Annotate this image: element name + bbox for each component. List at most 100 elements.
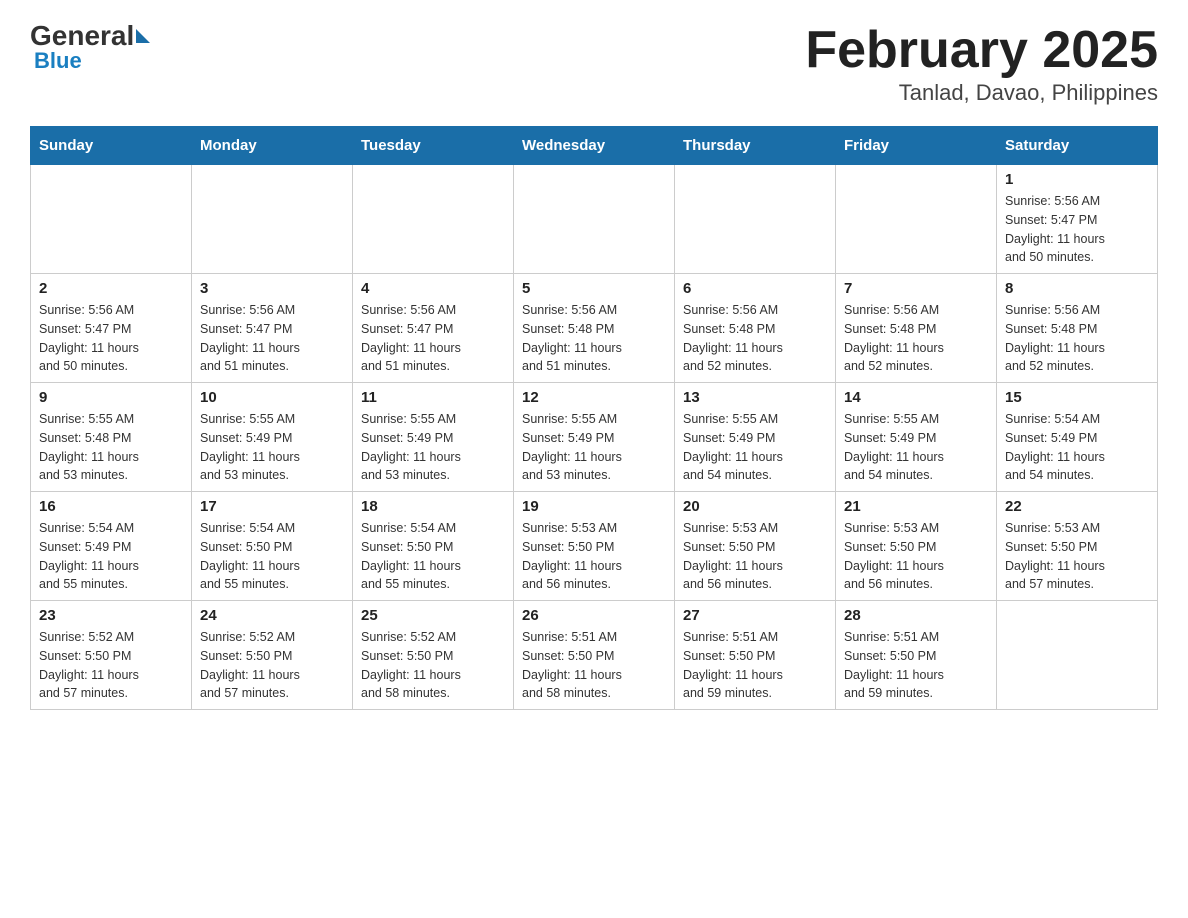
- title-section: February 2025 Tanlad, Davao, Philippines: [805, 20, 1158, 106]
- calendar-week-row: 1 Sunrise: 5:56 AM Sunset: 5:47 PM Daylig…: [31, 165, 1158, 274]
- day-info: Sunrise: 5:56 AM Sunset: 5:48 PM Dayligh…: [1005, 301, 1149, 376]
- day-info: Sunrise: 5:56 AM Sunset: 5:47 PM Dayligh…: [200, 301, 344, 376]
- calendar-day-cell: 17 Sunrise: 5:54 AM Sunset: 5:50 PM Dayli…: [192, 492, 353, 601]
- calendar-day-cell: 16 Sunrise: 5:54 AM Sunset: 5:49 PM Dayli…: [31, 492, 192, 601]
- day-number: 9: [39, 389, 183, 406]
- weekday-header-sunday: Sunday: [31, 127, 192, 165]
- day-info: Sunrise: 5:52 AM Sunset: 5:50 PM Dayligh…: [39, 628, 183, 703]
- day-info: Sunrise: 5:55 AM Sunset: 5:49 PM Dayligh…: [683, 410, 827, 485]
- day-info: Sunrise: 5:55 AM Sunset: 5:49 PM Dayligh…: [844, 410, 988, 485]
- calendar-day-cell: [353, 165, 514, 274]
- calendar-day-cell: 23 Sunrise: 5:52 AM Sunset: 5:50 PM Dayli…: [31, 601, 192, 710]
- day-number: 13: [683, 389, 827, 406]
- calendar-day-cell: 2Sunrise: 5:56 AM Sunset: 5:47 PM Daylig…: [31, 274, 192, 383]
- calendar-location: Tanlad, Davao, Philippines: [805, 80, 1158, 106]
- day-info: Sunrise: 5:55 AM Sunset: 5:49 PM Dayligh…: [200, 410, 344, 485]
- day-info: Sunrise: 5:56 AM Sunset: 5:48 PM Dayligh…: [844, 301, 988, 376]
- day-number: 11: [361, 389, 505, 406]
- day-info: Sunrise: 5:56 AM Sunset: 5:47 PM Dayligh…: [39, 301, 183, 376]
- logo-arrow-icon: [136, 29, 150, 43]
- calendar-day-cell: 3 Sunrise: 5:56 AM Sunset: 5:47 PM Daylig…: [192, 274, 353, 383]
- day-info: Sunrise: 5:51 AM Sunset: 5:50 PM Dayligh…: [522, 628, 666, 703]
- day-info: Sunrise: 5:54 AM Sunset: 5:50 PM Dayligh…: [200, 519, 344, 594]
- calendar-week-row: 16 Sunrise: 5:54 AM Sunset: 5:49 PM Dayli…: [31, 492, 1158, 601]
- day-info: Sunrise: 5:55 AM Sunset: 5:49 PM Dayligh…: [361, 410, 505, 485]
- calendar-day-cell: [192, 165, 353, 274]
- day-info: Sunrise: 5:53 AM Sunset: 5:50 PM Dayligh…: [522, 519, 666, 594]
- calendar-day-cell: 18 Sunrise: 5:54 AM Sunset: 5:50 PM Dayli…: [353, 492, 514, 601]
- calendar-day-cell: 22 Sunrise: 5:53 AM Sunset: 5:50 PM Dayli…: [997, 492, 1158, 601]
- day-number: 1: [1005, 171, 1149, 188]
- logo-blue-text: Blue: [34, 48, 82, 74]
- day-info: Sunrise: 5:55 AM Sunset: 5:48 PM Dayligh…: [39, 410, 183, 485]
- calendar-day-cell: [514, 165, 675, 274]
- calendar-day-cell: 25 Sunrise: 5:52 AM Sunset: 5:50 PM Dayli…: [353, 601, 514, 710]
- calendar-day-cell: 12 Sunrise: 5:55 AM Sunset: 5:49 PM Dayli…: [514, 383, 675, 492]
- day-number: 16: [39, 498, 183, 515]
- day-number: 19: [522, 498, 666, 515]
- day-info: Sunrise: 5:51 AM Sunset: 5:50 PM Dayligh…: [683, 628, 827, 703]
- calendar-day-cell: [675, 165, 836, 274]
- calendar-header-row: SundayMondayTuesdayWednesdayThursdayFrid…: [31, 127, 1158, 165]
- day-info: Sunrise: 5:56 AM Sunset: 5:47 PM Dayligh…: [1005, 192, 1149, 267]
- day-number: 10: [200, 389, 344, 406]
- calendar-day-cell: 9 Sunrise: 5:55 AM Sunset: 5:48 PM Daylig…: [31, 383, 192, 492]
- calendar-day-cell: 11 Sunrise: 5:55 AM Sunset: 5:49 PM Dayli…: [353, 383, 514, 492]
- day-number: 18: [361, 498, 505, 515]
- weekday-header-wednesday: Wednesday: [514, 127, 675, 165]
- calendar-week-row: 9 Sunrise: 5:55 AM Sunset: 5:48 PM Daylig…: [31, 383, 1158, 492]
- day-number: 15: [1005, 389, 1149, 406]
- day-info: Sunrise: 5:55 AM Sunset: 5:49 PM Dayligh…: [522, 410, 666, 485]
- calendar-day-cell: 26 Sunrise: 5:51 AM Sunset: 5:50 PM Dayli…: [514, 601, 675, 710]
- calendar-title: February 2025: [805, 20, 1158, 80]
- day-number: 26: [522, 607, 666, 624]
- weekday-header-monday: Monday: [192, 127, 353, 165]
- day-info: Sunrise: 5:53 AM Sunset: 5:50 PM Dayligh…: [683, 519, 827, 594]
- day-info: Sunrise: 5:53 AM Sunset: 5:50 PM Dayligh…: [1005, 519, 1149, 594]
- day-number: 12: [522, 389, 666, 406]
- calendar-day-cell: [997, 601, 1158, 710]
- calendar-day-cell: 14 Sunrise: 5:55 AM Sunset: 5:49 PM Dayli…: [836, 383, 997, 492]
- calendar-day-cell: [31, 165, 192, 274]
- day-number: 23: [39, 607, 183, 624]
- day-info: Sunrise: 5:56 AM Sunset: 5:48 PM Dayligh…: [522, 301, 666, 376]
- day-info: Sunrise: 5:52 AM Sunset: 5:50 PM Dayligh…: [361, 628, 505, 703]
- calendar-day-cell: 28 Sunrise: 5:51 AM Sunset: 5:50 PM Dayli…: [836, 601, 997, 710]
- calendar-day-cell: 13 Sunrise: 5:55 AM Sunset: 5:49 PM Dayli…: [675, 383, 836, 492]
- day-number: 28: [844, 607, 988, 624]
- day-number: 25: [361, 607, 505, 624]
- day-info: Sunrise: 5:54 AM Sunset: 5:49 PM Dayligh…: [39, 519, 183, 594]
- calendar-day-cell: 24 Sunrise: 5:52 AM Sunset: 5:50 PM Dayli…: [192, 601, 353, 710]
- calendar-day-cell: 5 Sunrise: 5:56 AM Sunset: 5:48 PM Daylig…: [514, 274, 675, 383]
- day-number: 17: [200, 498, 344, 515]
- calendar-day-cell: 27 Sunrise: 5:51 AM Sunset: 5:50 PM Dayli…: [675, 601, 836, 710]
- day-number: 4: [361, 280, 505, 297]
- weekday-header-saturday: Saturday: [997, 127, 1158, 165]
- calendar-week-row: 23 Sunrise: 5:52 AM Sunset: 5:50 PM Dayli…: [31, 601, 1158, 710]
- day-number: 5: [522, 280, 666, 297]
- calendar-day-cell: 7 Sunrise: 5:56 AM Sunset: 5:48 PM Daylig…: [836, 274, 997, 383]
- logo: General Blue: [30, 20, 152, 74]
- day-info: Sunrise: 5:52 AM Sunset: 5:50 PM Dayligh…: [200, 628, 344, 703]
- weekday-header-thursday: Thursday: [675, 127, 836, 165]
- day-info: Sunrise: 5:54 AM Sunset: 5:50 PM Dayligh…: [361, 519, 505, 594]
- calendar-day-cell: 15Sunrise: 5:54 AM Sunset: 5:49 PM Dayli…: [997, 383, 1158, 492]
- calendar-table: SundayMondayTuesdayWednesdayThursdayFrid…: [30, 126, 1158, 710]
- day-number: 24: [200, 607, 344, 624]
- day-number: 27: [683, 607, 827, 624]
- calendar-day-cell: 19 Sunrise: 5:53 AM Sunset: 5:50 PM Dayli…: [514, 492, 675, 601]
- day-number: 22: [1005, 498, 1149, 515]
- calendar-day-cell: 6 Sunrise: 5:56 AM Sunset: 5:48 PM Daylig…: [675, 274, 836, 383]
- day-number: 7: [844, 280, 988, 297]
- day-info: Sunrise: 5:51 AM Sunset: 5:50 PM Dayligh…: [844, 628, 988, 703]
- day-info: Sunrise: 5:56 AM Sunset: 5:48 PM Dayligh…: [683, 301, 827, 376]
- calendar-day-cell: 4Sunrise: 5:56 AM Sunset: 5:47 PM Daylig…: [353, 274, 514, 383]
- day-number: 3: [200, 280, 344, 297]
- calendar-day-cell: 20Sunrise: 5:53 AM Sunset: 5:50 PM Dayli…: [675, 492, 836, 601]
- weekday-header-tuesday: Tuesday: [353, 127, 514, 165]
- day-number: 14: [844, 389, 988, 406]
- day-number: 6: [683, 280, 827, 297]
- weekday-header-friday: Friday: [836, 127, 997, 165]
- calendar-week-row: 2Sunrise: 5:56 AM Sunset: 5:47 PM Daylig…: [31, 274, 1158, 383]
- day-info: Sunrise: 5:53 AM Sunset: 5:50 PM Dayligh…: [844, 519, 988, 594]
